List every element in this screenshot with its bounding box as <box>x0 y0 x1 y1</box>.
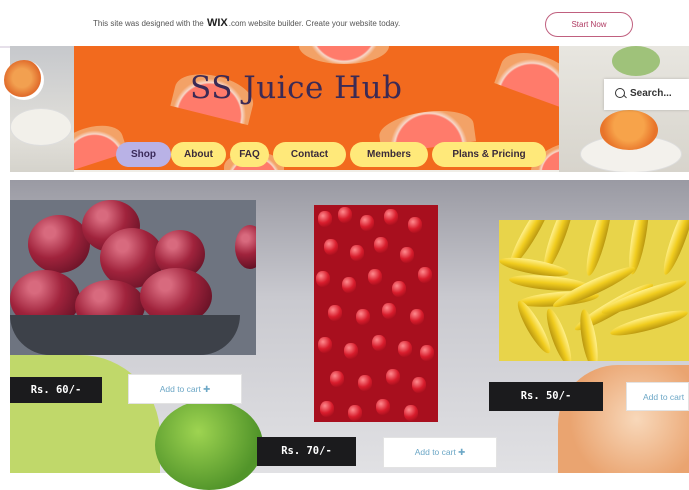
seed <box>316 271 330 287</box>
seed <box>420 345 434 361</box>
seed <box>324 239 338 255</box>
plate-image <box>10 108 72 146</box>
bananas-product-image[interactable] <box>499 220 689 361</box>
wix-promo-text-after: .com website builder. Create your websit… <box>228 19 401 28</box>
seed <box>338 207 352 223</box>
seed <box>384 209 398 225</box>
seed <box>358 375 372 391</box>
seed <box>386 369 400 385</box>
wix-promo-message: This site was designed with the WIX.com … <box>93 17 400 29</box>
apples-product-image[interactable] <box>10 200 256 355</box>
seed <box>330 371 344 387</box>
orange-half-image <box>4 60 44 100</box>
search-icon <box>615 88 625 98</box>
price-label: Rs. 60/- <box>10 377 102 403</box>
banana <box>658 220 689 277</box>
seed <box>398 341 412 357</box>
seed <box>374 237 388 253</box>
seed <box>328 305 342 321</box>
seed <box>356 309 370 325</box>
nav-item-members[interactable]: Members <box>350 142 428 167</box>
price-label: Rs. 50/- <box>489 382 603 411</box>
seed <box>348 405 362 421</box>
start-now-button[interactable]: Start Now <box>545 12 633 37</box>
lime-image <box>155 400 263 490</box>
nav-item-contact[interactable]: Contact <box>273 142 346 167</box>
seed <box>412 377 426 393</box>
site-title[interactable]: SS Juice Hub <box>190 70 403 106</box>
add-to-cart-button[interactable]: Add to cart <box>626 382 689 411</box>
seed <box>318 211 332 227</box>
seed <box>404 405 418 421</box>
apple <box>28 215 90 273</box>
seed <box>418 267 432 283</box>
seed <box>368 269 382 285</box>
seed <box>344 343 358 359</box>
header-divider <box>0 172 689 180</box>
pomegranate-product-image[interactable] <box>314 205 438 422</box>
seed <box>400 247 414 263</box>
nav-item-faq[interactable]: FAQ <box>230 142 269 167</box>
wix-promo-text-before: This site was designed with the <box>93 19 206 28</box>
nav-item-about[interactable]: About <box>171 142 226 167</box>
seed <box>320 401 334 417</box>
wix-logo: WIX <box>206 17 228 29</box>
orange-peel-image <box>600 110 658 150</box>
grapefruit-slice <box>299 46 389 64</box>
search-bar[interactable]: Search... <box>604 79 689 110</box>
apple <box>235 225 256 269</box>
seed <box>360 215 374 231</box>
add-to-cart-button[interactable]: Add to cart ✚ <box>128 374 242 404</box>
seed <box>410 309 424 325</box>
green-apple-image <box>612 46 660 76</box>
seed <box>350 245 364 261</box>
seed <box>372 335 386 351</box>
price-label: Rs. 70/- <box>257 437 356 466</box>
grapefruit-slice <box>494 46 559 111</box>
seed <box>342 277 356 293</box>
nav-item-plans-pricing[interactable]: Plans & Pricing <box>432 142 546 167</box>
banana <box>581 220 617 278</box>
bowl <box>10 315 240 355</box>
wix-promo-bar: This site was designed with the WIX.com … <box>0 0 689 48</box>
seed <box>382 303 396 319</box>
nav-item-shop[interactable]: Shop <box>116 142 171 167</box>
seed <box>318 337 332 353</box>
search-input[interactable]: Search... <box>630 88 672 99</box>
add-to-cart-button[interactable]: Add to cart ✚ <box>383 437 497 468</box>
seed <box>376 399 390 415</box>
seed <box>392 281 406 297</box>
seed <box>408 217 422 233</box>
